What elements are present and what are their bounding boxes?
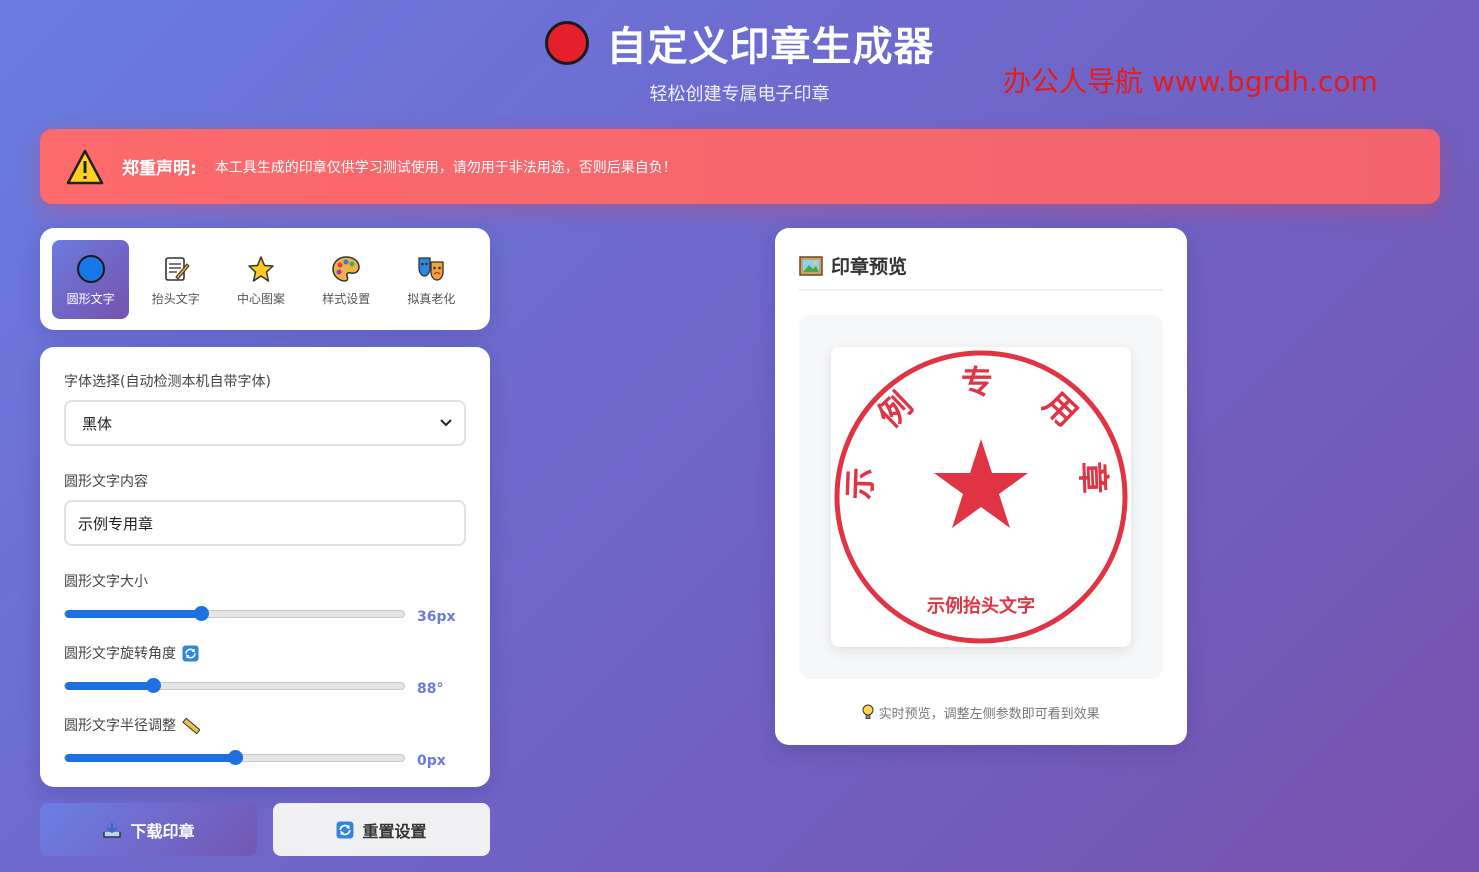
tab-label: 拟真老化: [407, 292, 456, 306]
text-size-slider[interactable]: [64, 606, 405, 621]
reset-label: 重置设置: [362, 821, 427, 841]
preview-panel: 印章预览 示 例 专 用 章 示例抬头文字 实时预览，调整左侧参数即可看到效果: [775, 228, 1187, 745]
warning-icon: [66, 149, 104, 184]
stamp-star-icon: [934, 439, 1028, 528]
memo-icon: [162, 252, 190, 286]
page-title: 自定义印章生成器: [606, 24, 935, 70]
lightbulb-icon: [862, 704, 874, 719]
preview-header: 印章预览: [799, 252, 1163, 291]
refresh-icon: [337, 821, 354, 838]
preview-title: 印章预览: [831, 256, 908, 278]
slider-fill: [65, 754, 235, 762]
circle-text-label: 圆形文字内容: [64, 474, 148, 490]
stamp-svg: 示 例 专 用 章 示例抬头文字: [834, 350, 1128, 644]
preview-hint: 实时预览，调整左侧参数即可看到效果: [799, 703, 1163, 722]
font-select-label: 字体选择(自动检测本机自带字体): [64, 374, 271, 390]
slider-fill: [65, 682, 154, 690]
download-label: 下载印章: [130, 821, 195, 841]
stamp-char: 专: [961, 363, 993, 401]
radius-value: 0px: [417, 753, 446, 769]
ruler-icon: [182, 717, 200, 734]
blue-circle-icon: [76, 252, 106, 286]
tab-label: 中心图案: [237, 292, 286, 306]
stamp-canvas: 示 例 专 用 章 示例抬头文字: [831, 347, 1131, 647]
stamp-bottom-text: 示例抬头文字: [927, 595, 1035, 617]
tab-header-text[interactable]: 抬头文字: [137, 240, 214, 319]
font-select[interactable]: 黑体: [64, 400, 466, 446]
radius-slider[interactable]: [64, 750, 405, 765]
rotation-label: 圆形文字旋转角度: [64, 646, 176, 662]
circle-text-input[interactable]: 示例专用章: [64, 500, 466, 546]
tab-circle-text[interactable]: 圆形文字: [52, 240, 130, 319]
tab-style-settings[interactable]: 样式设置: [308, 240, 385, 319]
watermark-text: 办公人导航 www.bgrdh.com: [1003, 65, 1378, 98]
chevron-down-icon: [440, 419, 452, 427]
slider-thumb[interactable]: [146, 678, 162, 693]
reset-button[interactable]: 重置设置: [273, 803, 490, 856]
radius-label: 圆形文字半径调整: [64, 718, 176, 734]
text-size-label: 圆形文字大小: [64, 574, 148, 590]
font-select-value: 黑体: [82, 414, 113, 433]
tab-center-pattern[interactable]: 中心图案: [222, 240, 299, 319]
settings-form: 字体选择(自动检测本机自带字体) 黑体 圆形文字内容 示例专用章 圆形文字大小 …: [40, 347, 490, 787]
download-button[interactable]: 下载印章: [40, 803, 257, 856]
framed-picture-icon: [799, 255, 823, 276]
masks-icon: [416, 252, 446, 286]
rotate-icon: [182, 645, 199, 661]
stamp-char: 例: [871, 385, 920, 435]
stamp-char: 示: [840, 467, 879, 500]
rotation-value: 88°: [417, 681, 444, 697]
slider-thumb[interactable]: [193, 606, 209, 621]
slider-thumb[interactable]: [227, 750, 243, 765]
stamp-char: 章: [1073, 461, 1112, 494]
palette-icon: [331, 252, 361, 286]
warning-banner: 郑重声明: 本工具生成的印章仅供学习测试使用，请勿用于非法用途，否则后果自负！: [40, 129, 1440, 204]
settings-tabs: 圆形文字 抬头文字 中心图案 样式设置 拟真老化: [40, 228, 490, 330]
warning-title: 郑重声明:: [122, 159, 197, 179]
preview-area: 示 例 专 用 章 示例抬头文字: [799, 315, 1163, 679]
slider-fill: [65, 610, 201, 618]
tab-label: 抬头文字: [151, 292, 200, 306]
tab-label: 样式设置: [322, 292, 371, 306]
warning-text: 本工具生成的印章仅供学习测试使用，请勿用于非法用途，否则后果自负！: [214, 159, 677, 176]
tab-label: 圆形文字: [66, 292, 115, 306]
text-size-value: 36px: [417, 609, 456, 625]
preview-hint-text: 实时预览，调整左侧参数即可看到效果: [878, 707, 1100, 722]
tab-aging-effect[interactable]: 拟真老化: [393, 240, 470, 319]
rotation-slider[interactable]: [64, 678, 405, 693]
star-icon: [247, 252, 275, 286]
red-circle-icon: [544, 21, 589, 65]
download-tray-icon: [103, 822, 122, 838]
